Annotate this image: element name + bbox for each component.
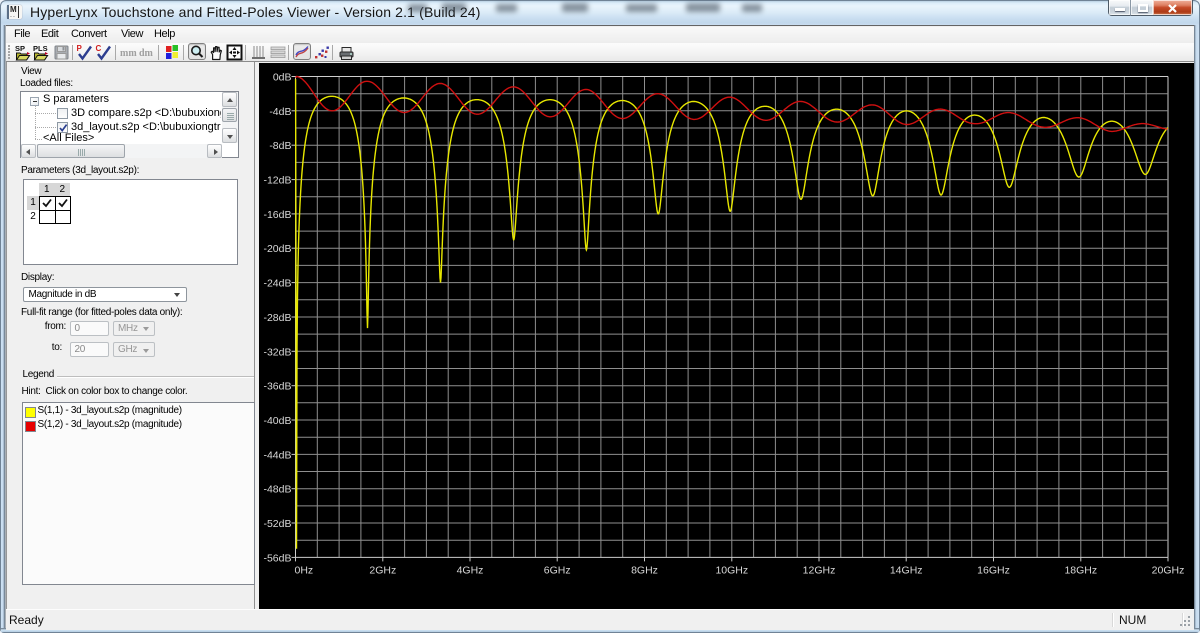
svg-text:-36dB: -36dB xyxy=(263,381,291,393)
svg-text:4GHz: 4GHz xyxy=(457,564,484,576)
svg-text:6GHz: 6GHz xyxy=(544,564,571,576)
svg-text:-8dB: -8dB xyxy=(269,140,291,152)
svg-text:14GHz: 14GHz xyxy=(890,564,923,576)
svg-text:P: P xyxy=(77,44,83,53)
svg-text:10GHz: 10GHz xyxy=(715,564,748,576)
svg-text:-52dB: -52dB xyxy=(263,518,291,530)
svg-text:0Hz: 0Hz xyxy=(295,564,314,576)
svg-text:16GHz: 16GHz xyxy=(977,564,1010,576)
svg-text:-28dB: -28dB xyxy=(263,312,291,324)
svg-text:-16dB: -16dB xyxy=(263,209,291,221)
svg-text:8GHz: 8GHz xyxy=(631,564,658,576)
svg-text:-24dB: -24dB xyxy=(263,278,291,290)
svg-text:12GHz: 12GHz xyxy=(803,564,836,576)
svg-text:0dB: 0dB xyxy=(273,72,292,84)
svg-text:20GHz: 20GHz xyxy=(1152,564,1185,576)
svg-text:-12dB: -12dB xyxy=(263,175,291,187)
svg-text:-44dB: -44dB xyxy=(263,449,291,461)
svg-text:PLS: PLS xyxy=(33,44,48,53)
svg-text:dm: dm xyxy=(139,48,154,59)
svg-text:2GHz: 2GHz xyxy=(369,564,396,576)
svg-text:-48dB: -48dB xyxy=(263,484,291,496)
svg-text:18GHz: 18GHz xyxy=(1064,564,1097,576)
svg-text:C: C xyxy=(96,44,102,53)
svg-text:-56dB: -56dB xyxy=(263,552,291,564)
svg-text:mm: mm xyxy=(120,48,137,59)
svg-text:-32dB: -32dB xyxy=(263,346,291,358)
svg-text:-40dB: -40dB xyxy=(263,415,291,427)
svg-text:-20dB: -20dB xyxy=(263,243,291,255)
svg-text:-4dB: -4dB xyxy=(269,106,291,118)
svg-text:SP: SP xyxy=(15,44,25,53)
